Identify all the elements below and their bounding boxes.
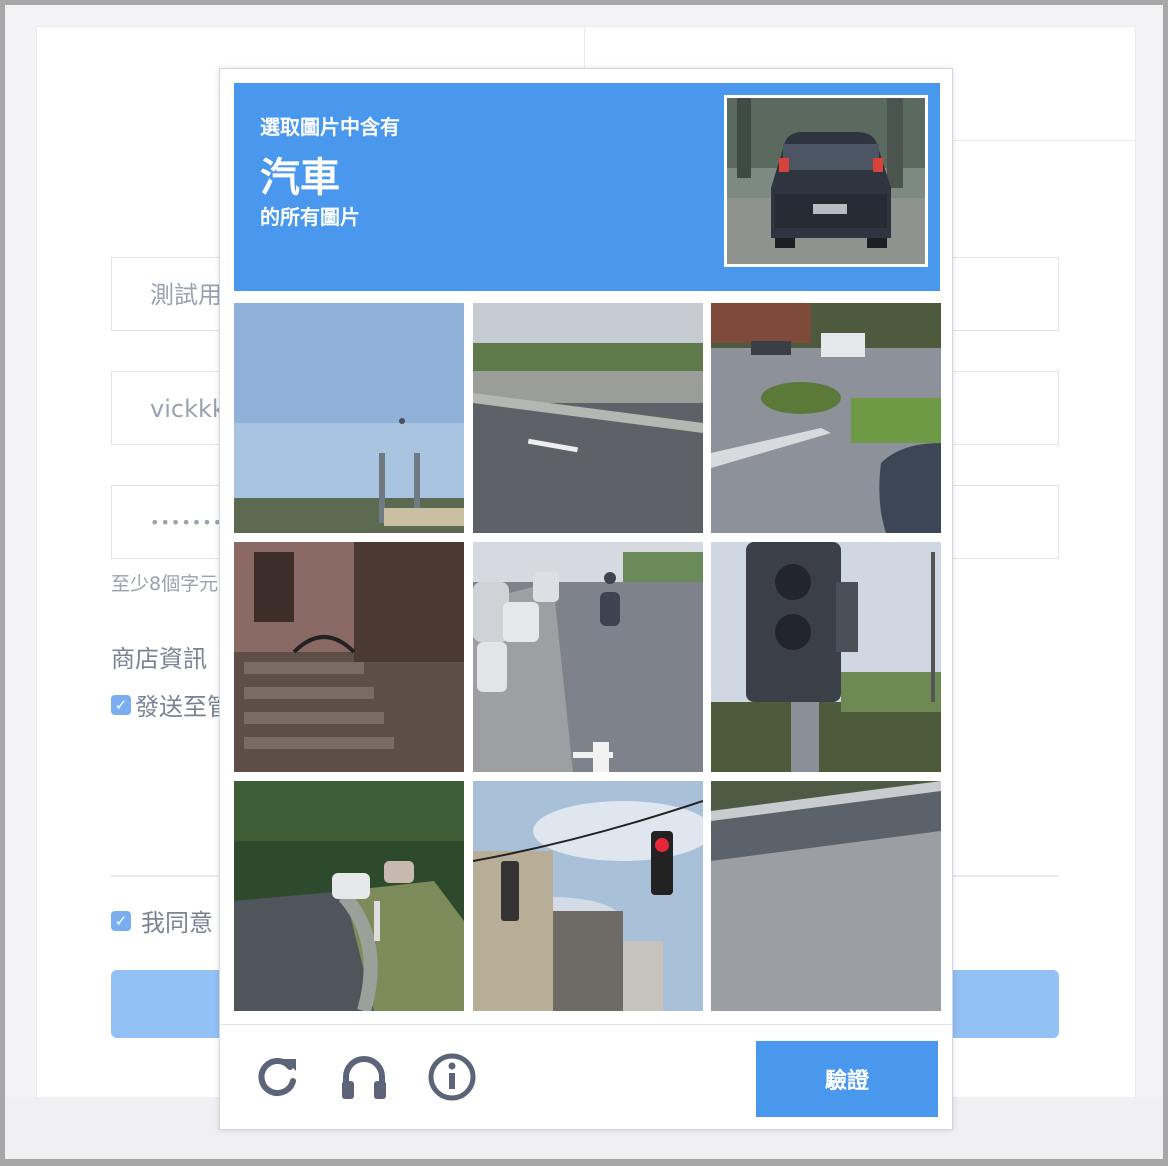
captcha-target-object: 汽車 — [260, 155, 340, 201]
captcha-footer: 驗證 — [220, 1024, 952, 1130]
password-hint: 至少8個字元 — [111, 573, 219, 595]
send-checkbox-label: 發送至管 — [135, 693, 231, 721]
reload-icon[interactable] — [252, 1051, 304, 1103]
verify-button[interactable]: 驗證 — [756, 1041, 938, 1117]
captcha-tile-grid — [234, 303, 942, 1011]
captcha-dialog: 選取圖片中含有 汽車 的所有圖片 驗證 — [219, 68, 953, 1130]
captcha-tile-7[interactable] — [234, 781, 464, 1011]
headphones-icon[interactable] — [338, 1051, 390, 1103]
captcha-header: 選取圖片中含有 汽車 的所有圖片 — [234, 83, 940, 291]
agree-checkbox-row[interactable]: ✓ 我同意 — [111, 903, 213, 938]
send-checkbox-row[interactable]: ✓ 發送至管 — [111, 687, 231, 722]
info-icon[interactable] — [426, 1051, 478, 1103]
captcha-tile-4[interactable] — [234, 542, 464, 772]
captcha-prompt-line1: 選取圖片中含有 — [260, 115, 400, 139]
captcha-tile-1[interactable] — [234, 303, 464, 533]
captcha-tile-6[interactable] — [711, 542, 941, 772]
store-info-label: 商店資訊 — [111, 645, 207, 673]
checkbox-checked-icon[interactable]: ✓ — [111, 694, 131, 715]
captcha-tile-5[interactable] — [473, 542, 703, 772]
captcha-tile-3[interactable] — [711, 303, 941, 533]
agree-checkbox-label: 我同意 — [141, 909, 213, 937]
captcha-tile-9[interactable] — [711, 781, 941, 1011]
captcha-prompt-line2: 的所有圖片 — [260, 205, 360, 229]
checkbox-checked-icon[interactable]: ✓ — [111, 910, 131, 931]
captcha-tile-8[interactable] — [473, 781, 703, 1011]
captcha-tile-2[interactable] — [473, 303, 703, 533]
captcha-sample-image — [724, 95, 928, 267]
